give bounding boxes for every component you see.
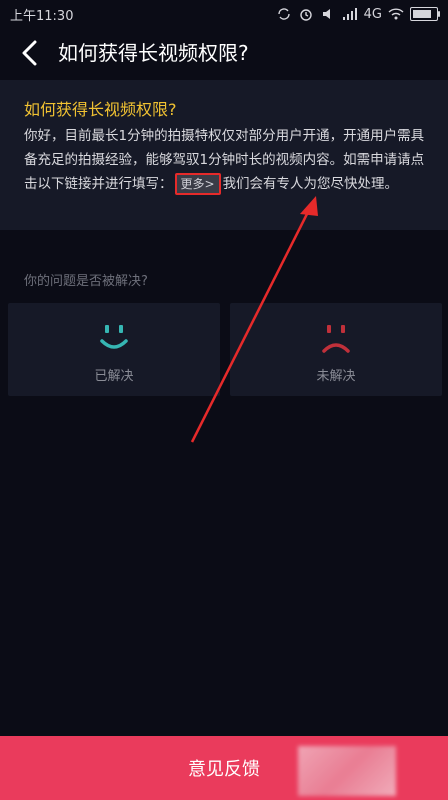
back-button[interactable] bbox=[10, 28, 50, 78]
network-type: 4G bbox=[363, 6, 382, 22]
status-icons: 4G bbox=[276, 6, 440, 22]
alarm-icon bbox=[299, 9, 312, 21]
smile-face-icon bbox=[100, 325, 128, 349]
mute-icon bbox=[322, 9, 330, 19]
signal-icon bbox=[342, 8, 357, 20]
status-bar: 上午11:30 4G bbox=[0, 0, 448, 28]
unresolved-label: 未解决 bbox=[316, 369, 356, 384]
feedback-label: 意见反馈 bbox=[188, 759, 260, 780]
chevron-left-icon bbox=[22, 40, 37, 66]
sad-face-icon bbox=[322, 325, 350, 353]
unresolved-button[interactable]: 未解决 bbox=[230, 303, 442, 396]
battery-icon bbox=[410, 7, 440, 21]
sync-icon bbox=[277, 8, 290, 20]
resolved-question: 你的问题是否被解决? bbox=[24, 274, 148, 289]
resolved-label: 已解决 bbox=[94, 369, 134, 384]
more-link[interactable]: 更多> bbox=[174, 173, 221, 195]
resolved-button[interactable]: 已解决 bbox=[8, 303, 220, 396]
page-title: 如何获得长视频权限? bbox=[58, 41, 249, 65]
header: 如何获得长视频权限? bbox=[0, 28, 448, 78]
blurred-region bbox=[298, 746, 396, 796]
card-body: 你好，目前最长1分钟的拍摄特权仅对部分用户开通，开通用户需具备充足的拍摄经验，能… bbox=[24, 124, 429, 196]
status-time: 上午11:30 bbox=[10, 8, 74, 24]
answer-card: 如何获得长视频权限? 你好，目前最长1分钟的拍摄特权仅对部分用户开通，开通用户需… bbox=[0, 80, 448, 230]
wifi-icon bbox=[388, 8, 404, 20]
card-title: 如何获得长视频权限? bbox=[24, 100, 177, 119]
card-text-tail: 我们会有专人为您尽快处理。 bbox=[222, 176, 399, 192]
